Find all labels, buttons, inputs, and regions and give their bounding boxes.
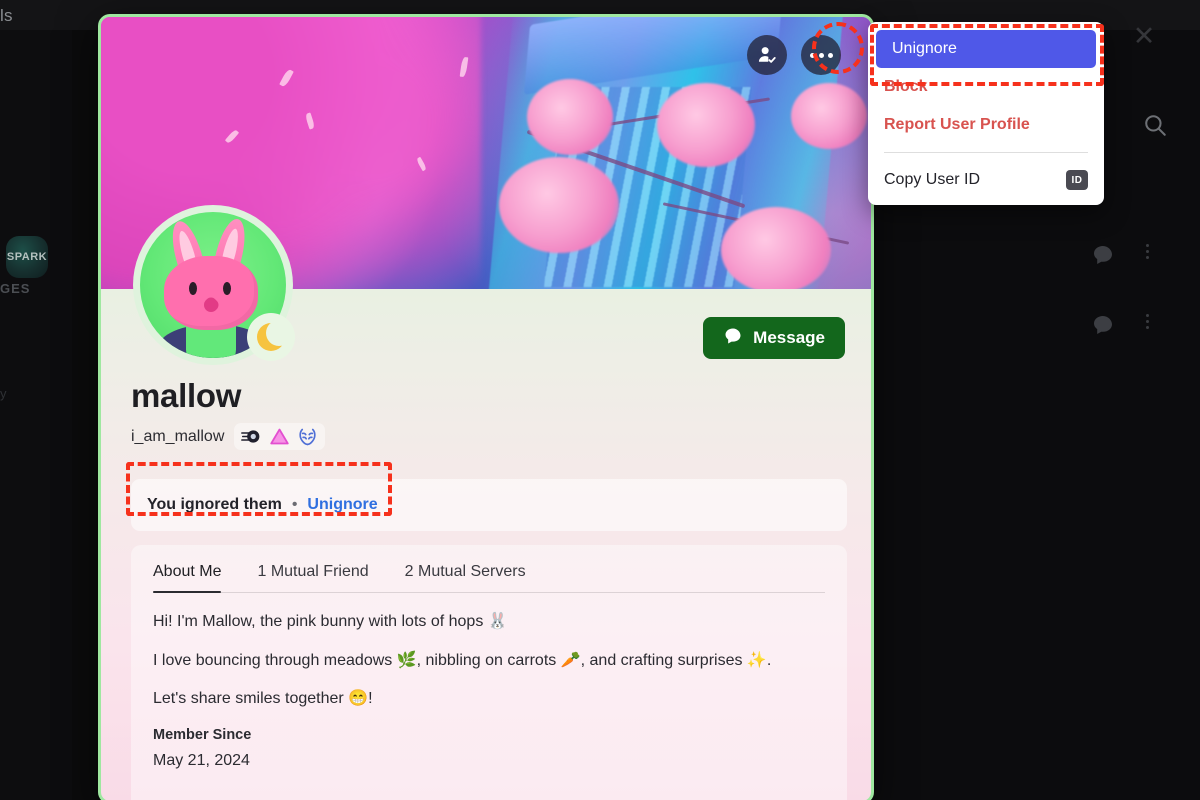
vertical-dots-icon[interactable]: [1146, 244, 1149, 259]
more-options-button[interactable]: [801, 35, 841, 75]
unignore-menu-item-label: Unignore: [892, 40, 957, 57]
banner-blossom-cluster: [499, 157, 619, 253]
background-list-item[interactable]: [1050, 306, 1180, 352]
bunny-eye-right: [223, 282, 231, 295]
tab-mutual-servers[interactable]: 2 Mutual Servers: [405, 563, 526, 592]
profile-detail-card: About Me 1 Mutual Friend 2 Mutual Server…: [131, 545, 847, 800]
member-since-value: May 21, 2024: [153, 751, 250, 769]
id-chip-icon: ID: [1066, 170, 1088, 190]
banner-blossom-cluster: [527, 79, 613, 155]
profile-bio: Hi! I'm Mallow, the pink bunny with lots…: [153, 593, 825, 770]
close-icon[interactable]: ✕: [1126, 18, 1162, 54]
copy-user-id-menu-item[interactable]: Copy User ID ID: [868, 161, 1104, 199]
block-menu-item[interactable]: Block: [868, 68, 1104, 106]
bio-line: Hi! I'm Mallow, the pink bunny with lots…: [153, 613, 508, 630]
screen-root: ls SPARK GES y ✕ Message mallow i_am_mal…: [0, 0, 1200, 800]
bunny-head: [164, 256, 258, 330]
report-user-profile-menu-item[interactable]: Report User Profile: [868, 106, 1104, 144]
bio-line: I love bouncing through meadows 🌿, nibbl…: [153, 651, 772, 669]
report-user-profile-menu-item-label: Report User Profile: [884, 116, 1030, 133]
block-menu-item-label: Block: [884, 78, 928, 95]
status-badge: [247, 313, 295, 361]
server-icon-label: SPARK: [6, 251, 48, 263]
bio-line: Let's share smiles together 😁!: [153, 690, 373, 708]
more-options-icon: [809, 52, 833, 58]
member-since-label: Member Since: [153, 726, 252, 743]
comet-swirl-badge-icon[interactable]: [241, 426, 262, 447]
context-menu-divider: [884, 152, 1088, 153]
profile-handle: i_am_mallow: [131, 427, 225, 445]
crescent-moon-icon: [257, 320, 292, 351]
profile-badges: [234, 423, 326, 450]
background-section-label: GES: [0, 281, 31, 296]
chat-bubble-icon[interactable]: [1090, 242, 1116, 268]
message-button-label: Message: [753, 328, 825, 347]
handle-row: i_am_mallow: [131, 423, 326, 450]
chat-bubble-icon[interactable]: [1090, 312, 1116, 338]
copy-user-id-menu-item-label: Copy User ID: [884, 171, 981, 188]
profile-tabs: About Me 1 Mutual Friend 2 Mutual Server…: [153, 563, 825, 593]
message-button[interactable]: Message: [703, 317, 845, 359]
unignore-menu-item[interactable]: Unignore: [876, 30, 1096, 68]
person-check-icon[interactable]: [747, 35, 787, 75]
tab-mutual-friends[interactable]: 1 Mutual Friend: [257, 563, 368, 592]
banner-blossom-cluster: [791, 83, 867, 149]
pink-triangle-badge-icon[interactable]: [269, 426, 290, 447]
user-context-menu: Unignore Block Report User Profile Copy …: [868, 22, 1104, 205]
user-profile-modal: Message mallow i_am_mallow You ignored t…: [98, 14, 874, 800]
background-server-rail: SPARK: [0, 30, 72, 800]
avatar[interactable]: [133, 205, 295, 365]
unignore-link[interactable]: Unignore: [307, 496, 377, 514]
banner-blossom-cluster: [657, 83, 755, 167]
profile-banner-actions: [747, 35, 841, 75]
page-title: mallow: [131, 377, 242, 414]
background-side-text: y: [0, 386, 7, 401]
vertical-dots-icon[interactable]: [1146, 314, 1149, 329]
ignored-separator: •: [291, 496, 298, 513]
search-icon[interactable]: [1136, 106, 1174, 144]
background-list-item[interactable]: [1050, 236, 1180, 282]
speech-bubble-icon: [723, 326, 743, 351]
background-topbar-text: ls: [0, 6, 13, 25]
laurel-wreath-badge-icon[interactable]: [297, 426, 318, 447]
banner-blossom-cluster: [721, 207, 831, 289]
ignored-status-text: You ignored them: [147, 496, 282, 513]
profile-identity: mallow i_am_mallow: [131, 377, 326, 450]
server-icon-spark[interactable]: SPARK: [6, 236, 48, 278]
bunny-eye-left: [189, 282, 197, 295]
ignored-status-strip: You ignored them • Unignore: [131, 479, 847, 531]
tab-about-me[interactable]: About Me: [153, 563, 222, 593]
